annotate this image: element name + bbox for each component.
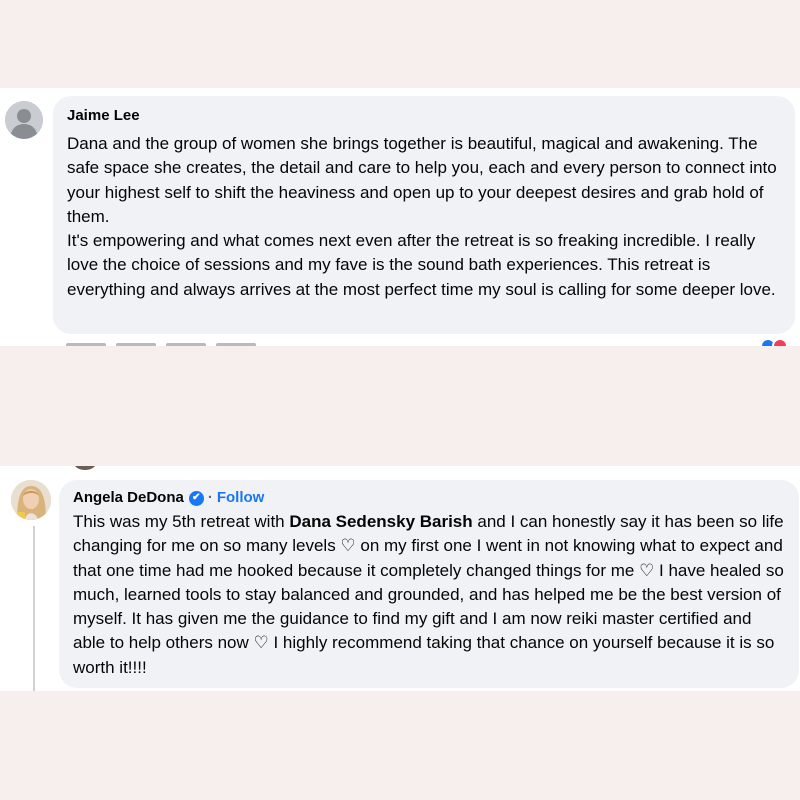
love-reaction-icon xyxy=(772,338,788,346)
reply-action-placeholder[interactable] xyxy=(166,343,206,346)
comment-author[interactable]: Jaime Lee xyxy=(67,106,781,126)
mention-link[interactable]: Dana Sedensky Barish xyxy=(289,512,472,531)
follow-action-placeholder[interactable] xyxy=(216,343,256,346)
like-action-placeholder[interactable] xyxy=(116,343,156,346)
comment-actions-cropped[interactable] xyxy=(66,340,276,346)
reaction-summary[interactable] xyxy=(750,338,790,346)
comment-card-2: Angela DeDona ✔ · Follow This was my 5th… xyxy=(0,466,800,691)
comment-text: Dana and the group of women she brings t… xyxy=(67,134,777,299)
thread-line xyxy=(33,526,35,691)
comment-bubble: Jaime Lee Dana and the group of women sh… xyxy=(53,96,795,334)
previous-avatar-cropped xyxy=(74,466,96,470)
person-silhouette-icon xyxy=(5,101,43,139)
follow-button[interactable]: Follow xyxy=(217,488,265,508)
comment-text-rest: and I can honestly say it has been so li… xyxy=(73,512,784,677)
separator-dot: · xyxy=(207,489,213,506)
comment-text-start: This was my 5th retreat with xyxy=(73,512,290,531)
comment-header: Angela DeDona ✔ · Follow xyxy=(73,488,785,508)
comment-text: This was my 5th retreat with Dana Sedens… xyxy=(73,510,785,680)
profile-photo-icon xyxy=(11,480,51,520)
verified-badge-icon: ✔ xyxy=(188,490,204,506)
comment-author[interactable]: Angela DeDona xyxy=(73,488,184,508)
default-avatar[interactable] xyxy=(5,101,43,139)
avatar[interactable] xyxy=(11,480,51,520)
comment-card-1: Jaime Lee Dana and the group of women sh… xyxy=(0,88,800,346)
time-placeholder xyxy=(66,343,106,346)
comment-bubble: Angela DeDona ✔ · Follow This was my 5th… xyxy=(59,480,799,688)
